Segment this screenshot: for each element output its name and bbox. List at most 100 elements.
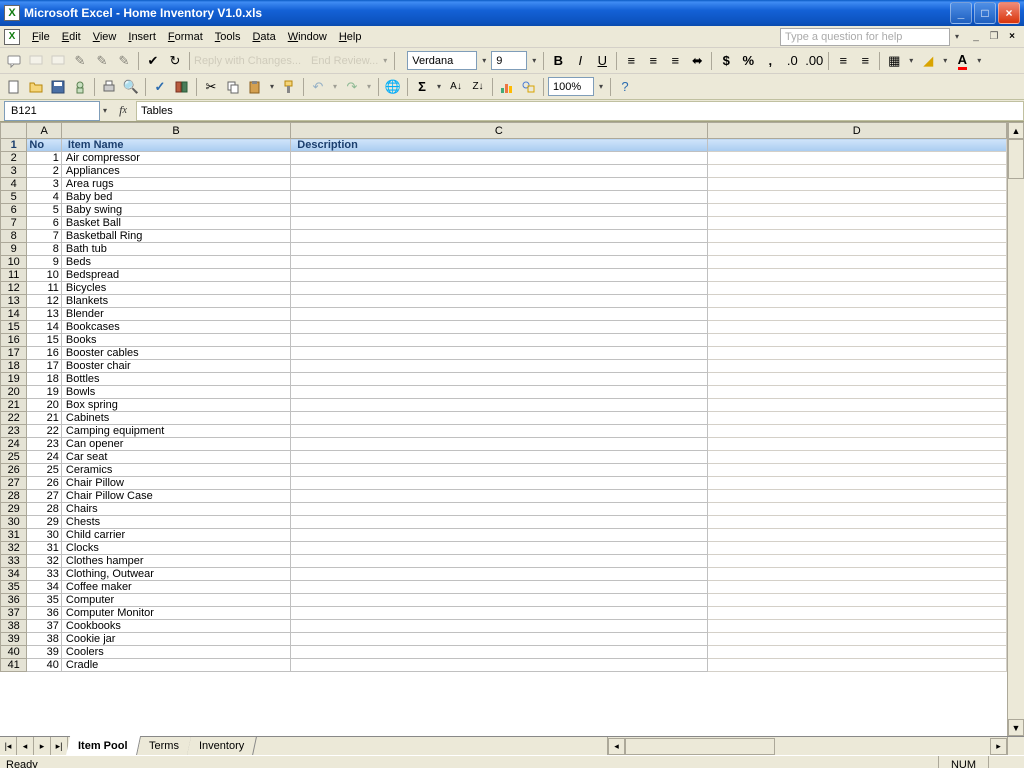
save-button[interactable] xyxy=(48,77,68,97)
cell[interactable] xyxy=(707,230,1007,243)
cell[interactable] xyxy=(707,139,1007,152)
row-header[interactable]: 1 xyxy=(1,139,27,152)
decrease-indent-button[interactable]: ≡ xyxy=(833,51,853,71)
cell[interactable] xyxy=(291,555,707,568)
cell[interactable] xyxy=(291,386,707,399)
cell[interactable]: Appliances xyxy=(61,165,290,178)
tab-prev-button[interactable]: ◂ xyxy=(17,737,34,755)
cell[interactable]: 7 xyxy=(27,230,62,243)
cell[interactable]: Chairs xyxy=(61,503,290,516)
cell[interactable] xyxy=(707,464,1007,477)
cell[interactable] xyxy=(707,620,1007,633)
show-comment-icon[interactable]: ✎ xyxy=(70,51,90,71)
cell[interactable]: 9 xyxy=(27,256,62,269)
cell[interactable]: Bath tub xyxy=(61,243,290,256)
cell[interactable]: 26 xyxy=(27,477,62,490)
increase-indent-button[interactable]: ≡ xyxy=(855,51,875,71)
cell[interactable]: Booster chair xyxy=(61,360,290,373)
delete-comment-icon[interactable]: ✎ xyxy=(114,51,134,71)
cell[interactable] xyxy=(707,529,1007,542)
cell[interactable] xyxy=(707,152,1007,165)
permission-button[interactable] xyxy=(70,77,90,97)
row-header[interactable]: 14 xyxy=(1,308,27,321)
next-comment-icon[interactable] xyxy=(48,51,68,71)
cell[interactable] xyxy=(291,646,707,659)
cell[interactable] xyxy=(707,477,1007,490)
reply-with-changes[interactable]: Reply with Changes... xyxy=(194,55,301,67)
cell[interactable]: 11 xyxy=(27,282,62,295)
row-header[interactable]: 16 xyxy=(1,334,27,347)
row-header[interactable]: 6 xyxy=(1,204,27,217)
cell[interactable] xyxy=(291,152,707,165)
cell[interactable]: 6 xyxy=(27,217,62,230)
cell[interactable] xyxy=(291,490,707,503)
cell[interactable]: 14 xyxy=(27,321,62,334)
row-header[interactable]: 12 xyxy=(1,282,27,295)
row-header[interactable]: 36 xyxy=(1,594,27,607)
new-button[interactable] xyxy=(4,77,24,97)
cell[interactable]: 20 xyxy=(27,399,62,412)
scroll-left-button[interactable]: ◂ xyxy=(608,738,625,755)
doc-restore-button[interactable]: ❐ xyxy=(986,30,1002,44)
cell[interactable]: 18 xyxy=(27,373,62,386)
row-header[interactable]: 32 xyxy=(1,542,27,555)
cell[interactable] xyxy=(707,555,1007,568)
cell[interactable] xyxy=(291,503,707,516)
row-header[interactable]: 2 xyxy=(1,152,27,165)
row-header[interactable]: 18 xyxy=(1,360,27,373)
cell[interactable] xyxy=(707,607,1007,620)
menu-window[interactable]: Window xyxy=(282,29,333,45)
cell[interactable]: Car seat xyxy=(61,451,290,464)
cell[interactable]: Cookie jar xyxy=(61,633,290,646)
cell[interactable]: Item Name xyxy=(61,139,290,152)
horizontal-scroll-thumb[interactable] xyxy=(625,738,775,755)
row-header[interactable]: 19 xyxy=(1,373,27,386)
cell[interactable] xyxy=(291,529,707,542)
cell[interactable] xyxy=(707,633,1007,646)
cell[interactable]: Booster cables xyxy=(61,347,290,360)
row-header[interactable]: 23 xyxy=(1,425,27,438)
menu-insert[interactable]: Insert xyxy=(122,29,162,45)
row-header[interactable]: 35 xyxy=(1,581,27,594)
print-preview-button[interactable]: 🔍 xyxy=(121,77,141,97)
cell[interactable] xyxy=(291,321,707,334)
cell[interactable] xyxy=(291,659,707,672)
zoom-selector[interactable]: 100% xyxy=(548,77,594,96)
cell[interactable]: 21 xyxy=(27,412,62,425)
select-all-button[interactable] xyxy=(1,123,27,139)
maximize-button[interactable]: □ xyxy=(974,2,996,24)
cell[interactable]: 29 xyxy=(27,516,62,529)
row-header[interactable]: 11 xyxy=(1,269,27,282)
cell[interactable]: 34 xyxy=(27,581,62,594)
undo-button[interactable]: ↶ xyxy=(308,77,328,97)
cell[interactable] xyxy=(291,633,707,646)
fx-icon[interactable]: fx xyxy=(114,103,132,118)
cell[interactable]: 3 xyxy=(27,178,62,191)
cell[interactable] xyxy=(707,568,1007,581)
row-header[interactable]: 27 xyxy=(1,477,27,490)
print-button[interactable] xyxy=(99,77,119,97)
cell[interactable] xyxy=(707,217,1007,230)
cell[interactable]: Bookcases xyxy=(61,321,290,334)
row-header[interactable]: 29 xyxy=(1,503,27,516)
sheet-tab-terms[interactable]: Terms xyxy=(137,737,192,755)
cell[interactable]: 31 xyxy=(27,542,62,555)
menu-data[interactable]: Data xyxy=(246,29,281,45)
cell[interactable]: Area rugs xyxy=(61,178,290,191)
cell[interactable] xyxy=(291,464,707,477)
cell[interactable] xyxy=(291,256,707,269)
row-header[interactable]: 21 xyxy=(1,399,27,412)
row-header[interactable]: 9 xyxy=(1,243,27,256)
borders-button[interactable]: ▦ xyxy=(884,51,904,71)
menu-tools[interactable]: Tools xyxy=(209,29,247,45)
cell[interactable] xyxy=(707,438,1007,451)
sort-desc-button[interactable]: Z↓ xyxy=(468,77,488,97)
col-header-b[interactable]: B xyxy=(61,123,290,139)
comma-button[interactable]: , xyxy=(760,51,780,71)
help-button[interactable]: ? xyxy=(615,77,635,97)
tab-next-button[interactable]: ▸ xyxy=(34,737,51,755)
cell[interactable] xyxy=(291,477,707,490)
align-right-button[interactable]: ≡ xyxy=(665,51,685,71)
research-button[interactable] xyxy=(172,77,192,97)
cell[interactable] xyxy=(707,659,1007,672)
